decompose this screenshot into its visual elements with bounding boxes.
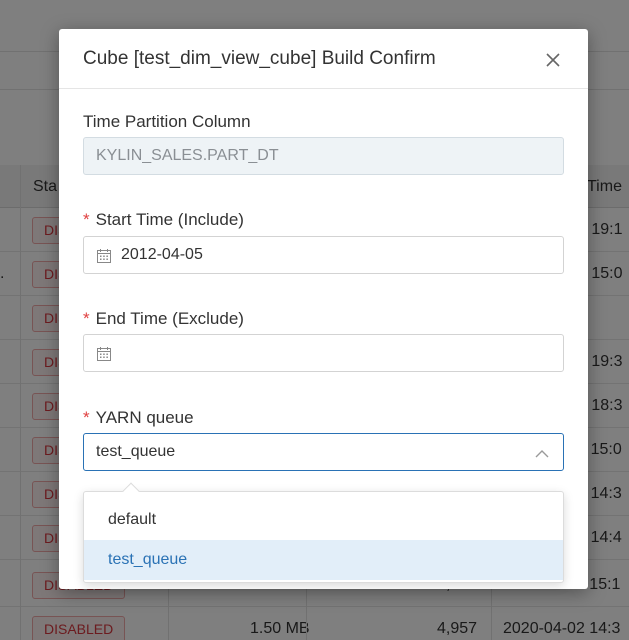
calendar-icon[interactable]	[96, 346, 112, 362]
end-time-input[interactable]	[83, 334, 564, 372]
required-mark: *	[83, 309, 90, 328]
yarn-queue-value: test_queue	[96, 443, 176, 460]
yarn-queue-label: * YARN queue	[83, 408, 194, 428]
end-time-label-text: End Time (Exclude)	[95, 309, 244, 328]
dialog-title: Cube [test_dim_view_cube] Build Confirm	[83, 48, 436, 69]
partition-column-value: KYLIN_SALES.PART_DT	[96, 147, 279, 164]
queue-option-test-queue[interactable]: test_queue	[84, 540, 563, 580]
close-icon[interactable]	[542, 49, 564, 71]
queue-option-label: test_queue	[108, 551, 188, 568]
chevron-up-icon[interactable]	[534, 447, 550, 459]
queue-option-label: default	[108, 511, 157, 528]
start-time-value: 2012-04-05	[121, 246, 203, 263]
start-time-input[interactable]: 2012-04-05	[83, 236, 564, 274]
yarn-queue-label-text: YARN queue	[95, 408, 194, 427]
start-time-label: * Start Time (Include)	[83, 210, 244, 230]
required-mark: *	[83, 210, 90, 229]
yarn-queue-select[interactable]: test_queue	[83, 433, 564, 471]
partition-column-label: Time Partition Column	[83, 112, 251, 131]
calendar-icon[interactable]	[96, 248, 112, 264]
dialog-header: Cube [test_dim_view_cube] Build Confirm	[59, 29, 588, 89]
start-time-label-text: Start Time (Include)	[95, 210, 244, 229]
end-time-label: * End Time (Exclude)	[83, 309, 244, 329]
yarn-queue-dropdown: default test_queue	[83, 482, 564, 583]
required-mark: *	[83, 408, 90, 427]
partition-column-field: KYLIN_SALES.PART_DT	[83, 137, 564, 175]
queue-option-default[interactable]: default	[84, 500, 563, 540]
